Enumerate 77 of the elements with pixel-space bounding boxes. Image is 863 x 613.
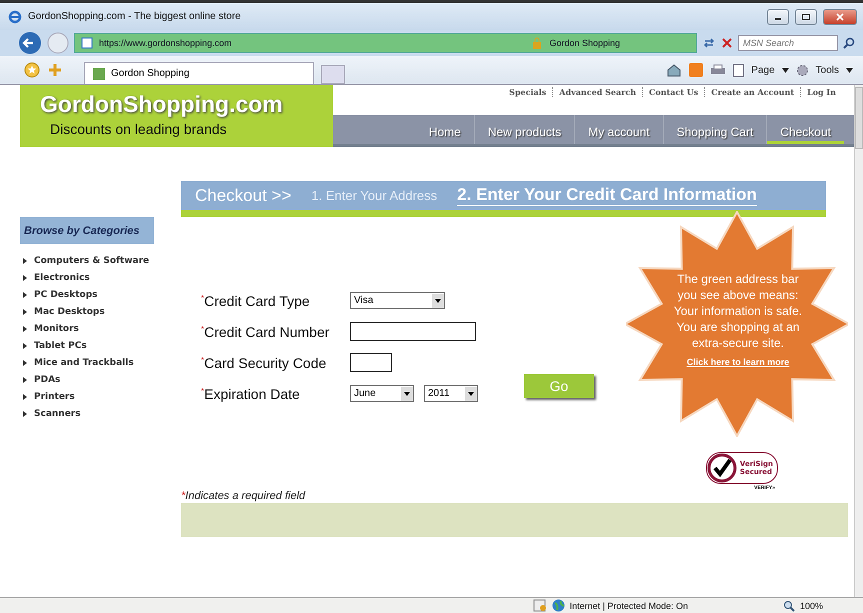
print-icon[interactable] bbox=[710, 64, 726, 76]
required-note: *Indicates a required field bbox=[181, 490, 306, 503]
toolbar-menu[interactable]: Page bbox=[751, 64, 775, 76]
category-link[interactable]: Electronics bbox=[20, 269, 181, 286]
bullet-icon bbox=[23, 342, 27, 348]
category-link[interactable]: Computers & Software bbox=[20, 252, 181, 269]
home-icon[interactable] bbox=[666, 63, 682, 77]
browser-logo-icon bbox=[8, 10, 22, 24]
minimize-button[interactable] bbox=[767, 8, 789, 24]
category-link[interactable]: Scanners bbox=[20, 405, 181, 422]
bullet-icon bbox=[23, 258, 27, 264]
logo-text: GordonShopping.com bbox=[40, 91, 284, 118]
category-link[interactable]: PDAs bbox=[20, 371, 181, 388]
site-identity[interactable]: Gordon Shopping bbox=[549, 38, 620, 48]
input-field[interactable] bbox=[350, 322, 476, 341]
sidebar-heading: Browse by Categories bbox=[20, 217, 154, 244]
window-title: GordonShopping.com - The biggest online store bbox=[28, 11, 241, 22]
toolbar-menu[interactable]: Tools bbox=[816, 64, 839, 76]
address-bar[interactable]: https://www.gordonshopping.com Gordon Shopping bbox=[74, 33, 697, 53]
zoom-icon[interactable] bbox=[782, 600, 795, 612]
bullet-icon bbox=[23, 360, 27, 366]
field-label: $^{*}$Credit Card Number bbox=[201, 324, 330, 340]
gear-icon bbox=[796, 64, 809, 76]
maximize-icon bbox=[801, 12, 811, 20]
top-link[interactable]: Specials bbox=[503, 87, 552, 97]
maximize-button[interactable] bbox=[795, 8, 817, 24]
page-icon bbox=[733, 64, 744, 76]
bullet-icon bbox=[23, 326, 27, 332]
page-icon bbox=[81, 37, 93, 49]
bullet-icon bbox=[23, 308, 27, 314]
bullet-icon bbox=[23, 376, 27, 382]
category-link[interactable]: Mac Desktops bbox=[20, 303, 181, 320]
promo-text: The green address bar you see above means: Your information is safe. You are shopping at an extra-secure site. bbox=[672, 271, 804, 351]
zoom-level[interactable]: 100% bbox=[800, 600, 823, 610]
tagline: Discounts on leading brands bbox=[50, 121, 228, 137]
bullet-icon bbox=[23, 394, 27, 400]
month-select[interactable]: June bbox=[350, 385, 414, 402]
bullet-icon bbox=[23, 410, 27, 416]
close-icon bbox=[835, 12, 845, 20]
field-label: $^{*}$Expiration Date bbox=[201, 386, 301, 402]
category-link[interactable]: Monitors bbox=[20, 320, 181, 337]
checkout-step: 1. Enter Your Address bbox=[311, 188, 438, 203]
input-field[interactable] bbox=[350, 353, 392, 372]
top-link[interactable]: Contact Us bbox=[642, 87, 704, 97]
category-link[interactable]: Tablet PCs bbox=[20, 337, 181, 354]
close-button[interactable] bbox=[823, 8, 857, 24]
site-logo[interactable]: GordonShopping.com Discounts on leading brands bbox=[20, 85, 333, 147]
search-field[interactable]: MSN Search bbox=[738, 35, 838, 51]
category-link[interactable]: Printers bbox=[20, 388, 181, 405]
year-select[interactable]: 2011 bbox=[424, 385, 478, 402]
browser-tab[interactable]: Gordon Shopping bbox=[84, 62, 314, 84]
bullet-icon bbox=[23, 292, 27, 298]
stop-icon[interactable] bbox=[721, 37, 733, 49]
back-icon[interactable] bbox=[18, 31, 42, 55]
globe-icon bbox=[552, 599, 565, 612]
security-zone: Internet | Protected Mode: On bbox=[570, 600, 688, 610]
dropdown-icon bbox=[432, 294, 444, 308]
checkout-step: 2. Enter Your Credit Card Information bbox=[457, 185, 757, 206]
refresh-icon[interactable] bbox=[702, 36, 716, 50]
top-link[interactable]: Log In bbox=[800, 87, 842, 97]
field-label: $^{*}$Credit Card Type bbox=[201, 292, 311, 308]
checkout-title: Checkout >> bbox=[195, 186, 292, 206]
category-link[interactable]: PC Desktops bbox=[20, 286, 181, 303]
top-link[interactable]: Advanced Search bbox=[552, 87, 642, 97]
scrollbar[interactable] bbox=[854, 85, 863, 597]
card-type-select[interactable]: Visa bbox=[350, 292, 445, 309]
caret-icon[interactable] bbox=[782, 68, 789, 72]
dropdown-icon bbox=[465, 386, 477, 400]
dropdown-icon bbox=[401, 386, 413, 400]
caret-icon[interactable] bbox=[846, 68, 853, 72]
site-icon bbox=[93, 68, 105, 80]
lock-icon bbox=[531, 37, 544, 49]
bullet-icon bbox=[23, 274, 27, 280]
field-label: $^{*}$Card Security Code bbox=[201, 354, 328, 370]
top-link[interactable]: Create an Account bbox=[704, 87, 800, 97]
category-link[interactable]: Mice and Trackballs bbox=[20, 354, 181, 371]
search-icon[interactable] bbox=[843, 37, 855, 49]
